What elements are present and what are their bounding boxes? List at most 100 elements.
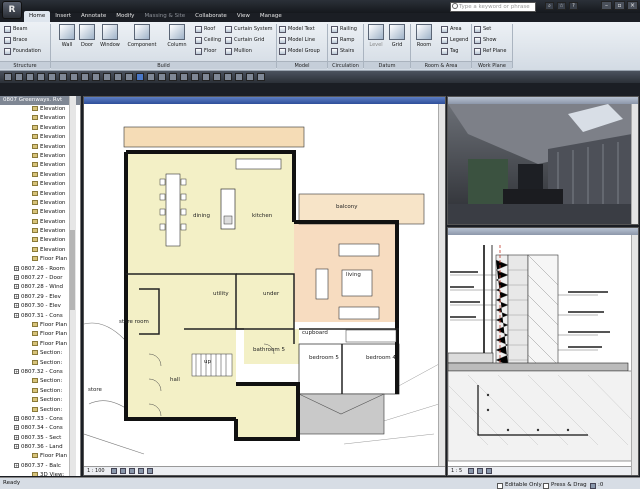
tree-node[interactable]: +0807.37 - Balc (0, 462, 80, 471)
tree-leaf[interactable]: Elevation (0, 236, 80, 245)
array-icon[interactable] (191, 73, 199, 81)
redo-icon[interactable] (37, 73, 45, 81)
tree-node[interactable]: +0807.27 - Door (0, 274, 80, 283)
tree-node[interactable]: +0807.33 - Cons (0, 415, 80, 424)
tree-leaf[interactable]: Elevation (0, 171, 80, 180)
visual-style-icon[interactable] (477, 468, 484, 474)
copy-icon[interactable] (158, 73, 166, 81)
delete-icon[interactable] (257, 73, 265, 81)
show-button[interactable]: Show (474, 36, 497, 44)
application-menu-button[interactable]: R (2, 1, 22, 19)
tree-node[interactable]: +0807.31 - Cons (0, 312, 80, 321)
minimize-button[interactable]: – (601, 1, 612, 10)
tab-view[interactable]: View (232, 11, 255, 22)
tree-leaf[interactable]: Elevation (0, 114, 80, 123)
grid-button[interactable]: Grid (382, 24, 412, 48)
measure-icon[interactable] (48, 73, 56, 81)
tree-leaf[interactable]: 3D View: (0, 471, 80, 476)
foundation-button[interactable]: Foundation (4, 47, 41, 55)
scale-icon[interactable] (202, 73, 210, 81)
tab-modify[interactable]: Modify (111, 11, 139, 22)
thin-lines-icon[interactable] (103, 73, 111, 81)
section-icon[interactable] (92, 73, 100, 81)
section-detail-view[interactable]: 1 : 5 (447, 227, 639, 476)
switch-windows-icon[interactable] (125, 73, 133, 81)
model-line-button[interactable]: Model Line (279, 36, 315, 44)
tree-leaf[interactable]: Section: (0, 359, 80, 368)
curtain-system-button[interactable]: Curtain System (225, 25, 273, 33)
tree-leaf[interactable]: Elevation (0, 218, 80, 227)
tree-node[interactable]: +0807.29 - Elev (0, 293, 80, 302)
tree-leaf[interactable]: Elevation (0, 199, 80, 208)
expand-toggle-icon[interactable]: + (14, 425, 19, 431)
floor-plan-view[interactable]: dining kitchen balcony living utility un… (83, 96, 446, 476)
floor-button[interactable]: Floor (195, 47, 216, 55)
checkbox[interactable] (497, 482, 503, 489)
dimension-icon[interactable] (59, 73, 67, 81)
tag-icon[interactable] (70, 73, 78, 81)
expand-toggle-icon[interactable]: + (14, 312, 19, 318)
tree-node[interactable]: +0807.36 - Land (0, 443, 80, 452)
tag-button[interactable]: Tag (441, 47, 458, 55)
pin-icon[interactable] (246, 73, 254, 81)
tree-leaf[interactable]: Elevation (0, 227, 80, 236)
editable-only-toggle[interactable]: Editable Only (497, 480, 542, 489)
tree-leaf[interactable]: Floor Plan (0, 340, 80, 349)
tree-node[interactable]: +0807.32 - Cons (0, 368, 80, 377)
ceiling-button[interactable]: Ceiling (195, 36, 221, 44)
detail-level-icon[interactable] (468, 468, 475, 474)
expand-toggle-icon[interactable]: + (14, 284, 19, 290)
3d-render-view[interactable] (447, 96, 639, 225)
brace-button[interactable]: Brace (4, 36, 27, 44)
expand-toggle-icon[interactable]: + (14, 275, 19, 281)
expand-toggle-icon[interactable]: + (14, 462, 19, 468)
expand-toggle-icon[interactable]: + (14, 293, 19, 299)
railing-button[interactable]: Railing (331, 25, 357, 33)
crop-view-icon[interactable] (486, 468, 493, 474)
set-button[interactable]: Set (474, 25, 491, 33)
3d-view-icon[interactable] (81, 73, 89, 81)
shadows-icon[interactable] (137, 468, 144, 474)
offset-icon[interactable] (235, 73, 243, 81)
tree-leaf[interactable]: Elevation (0, 124, 80, 133)
roof-button[interactable]: Roof (195, 25, 215, 33)
press-drag-toggle[interactable]: Press & Drag (543, 480, 587, 489)
render-scrollbar[interactable] (631, 104, 638, 224)
modify-icon[interactable] (136, 73, 144, 81)
model-text-button[interactable]: Model Text (279, 25, 315, 33)
tab-insert[interactable]: Insert (50, 11, 76, 22)
split-icon[interactable] (224, 73, 232, 81)
visual-style-icon[interactable] (119, 468, 126, 474)
beam-button[interactable]: Beam (4, 25, 27, 33)
open-icon[interactable] (4, 73, 12, 81)
crop-view-icon[interactable] (146, 468, 153, 474)
tree-leaf[interactable]: Elevation (0, 180, 80, 189)
binoculars-icon[interactable]: ⌕ (545, 2, 554, 10)
sun-path-icon[interactable] (128, 468, 135, 474)
view-scale[interactable]: 1 : 100 (87, 467, 105, 476)
tree-leaf[interactable]: Elevation (0, 208, 80, 217)
tree-leaf[interactable]: Elevation (0, 133, 80, 142)
browser-scroll-thumb[interactable] (70, 230, 75, 310)
model-group-button[interactable]: Model Group (279, 47, 320, 55)
tree-node[interactable]: +0807.28 - Wind (0, 283, 80, 292)
ref-plane-button[interactable]: Ref Plane (474, 47, 506, 55)
area-button[interactable]: Area (441, 25, 462, 33)
tree-node[interactable]: +0807.35 - Sect (0, 434, 80, 443)
expand-toggle-icon[interactable]: + (14, 415, 19, 421)
rotate-icon[interactable] (169, 73, 177, 81)
filter-count[interactable]: :0 (590, 480, 603, 489)
tree-leaf[interactable]: Section: (0, 377, 80, 386)
tree-node[interactable]: +0807.26 - Room (0, 265, 80, 274)
tree-leaf[interactable]: Elevation (0, 105, 80, 114)
tree-leaf[interactable]: Elevation (0, 190, 80, 199)
detail-level-icon[interactable] (110, 468, 117, 474)
tab-collaborate[interactable]: Collaborate (190, 11, 232, 22)
save-icon[interactable] (15, 73, 23, 81)
tab-home[interactable]: Home (24, 11, 51, 22)
tree-leaf[interactable]: Elevation (0, 246, 80, 255)
close-button[interactable]: × (627, 1, 638, 10)
tree-leaf[interactable]: Elevation (0, 161, 80, 170)
tree-leaf[interactable]: Section: (0, 396, 80, 405)
tree-leaf[interactable]: Elevation (0, 152, 80, 161)
